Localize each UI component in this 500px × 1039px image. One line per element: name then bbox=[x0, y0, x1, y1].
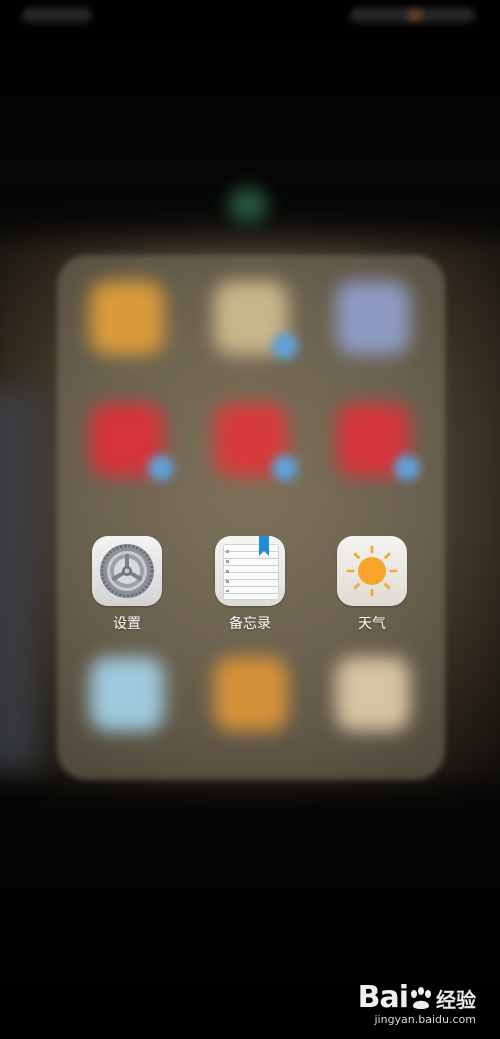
memo-binding-holes bbox=[226, 550, 229, 592]
indicator-dot-blur bbox=[228, 188, 268, 222]
app-label-weather: 天气 bbox=[358, 616, 386, 632]
phone-screen: 设置 备忘录 天气 Bai 经验 jingyan.baidu.com bbox=[0, 0, 500, 1039]
blurred-wallpaper-edge bbox=[0, 390, 40, 770]
memo-paper bbox=[223, 544, 279, 600]
memo-notepad-icon bbox=[215, 536, 285, 606]
watermark-jingyan-text: 经验 bbox=[436, 988, 476, 1012]
app-weather[interactable]: 天气 bbox=[327, 536, 417, 632]
watermark-url: jingyan.baidu.com bbox=[374, 1013, 476, 1026]
weather-sun-icon bbox=[337, 536, 407, 606]
app-memo[interactable]: 备忘录 bbox=[205, 536, 295, 632]
app-label-memo: 备忘录 bbox=[229, 616, 271, 632]
battery-indicator-blur bbox=[408, 10, 422, 20]
blurred-app-badge bbox=[394, 455, 420, 481]
watermark-logo-text: Bai bbox=[357, 980, 409, 1015]
blurred-app-icon[interactable] bbox=[90, 657, 164, 731]
app-settings[interactable]: 设置 bbox=[82, 536, 172, 632]
app-folder bbox=[57, 255, 445, 780]
blurred-app-badge bbox=[272, 333, 298, 359]
baidu-jingyan-watermark: Bai 经验 jingyan.baidu.com bbox=[358, 980, 476, 1026]
blurred-app-icon[interactable] bbox=[214, 657, 288, 731]
settings-gear-icon bbox=[92, 536, 162, 606]
blurred-app-badge bbox=[148, 455, 174, 481]
baidu-paw-icon bbox=[411, 987, 431, 1009]
blurred-app-badge bbox=[272, 455, 298, 481]
blurred-app-icon[interactable] bbox=[90, 281, 164, 355]
blurred-app-icon[interactable] bbox=[336, 281, 410, 355]
blurred-app-icon[interactable] bbox=[336, 657, 410, 731]
app-label-settings: 设置 bbox=[113, 616, 141, 632]
status-bar-time-blur bbox=[22, 8, 92, 22]
